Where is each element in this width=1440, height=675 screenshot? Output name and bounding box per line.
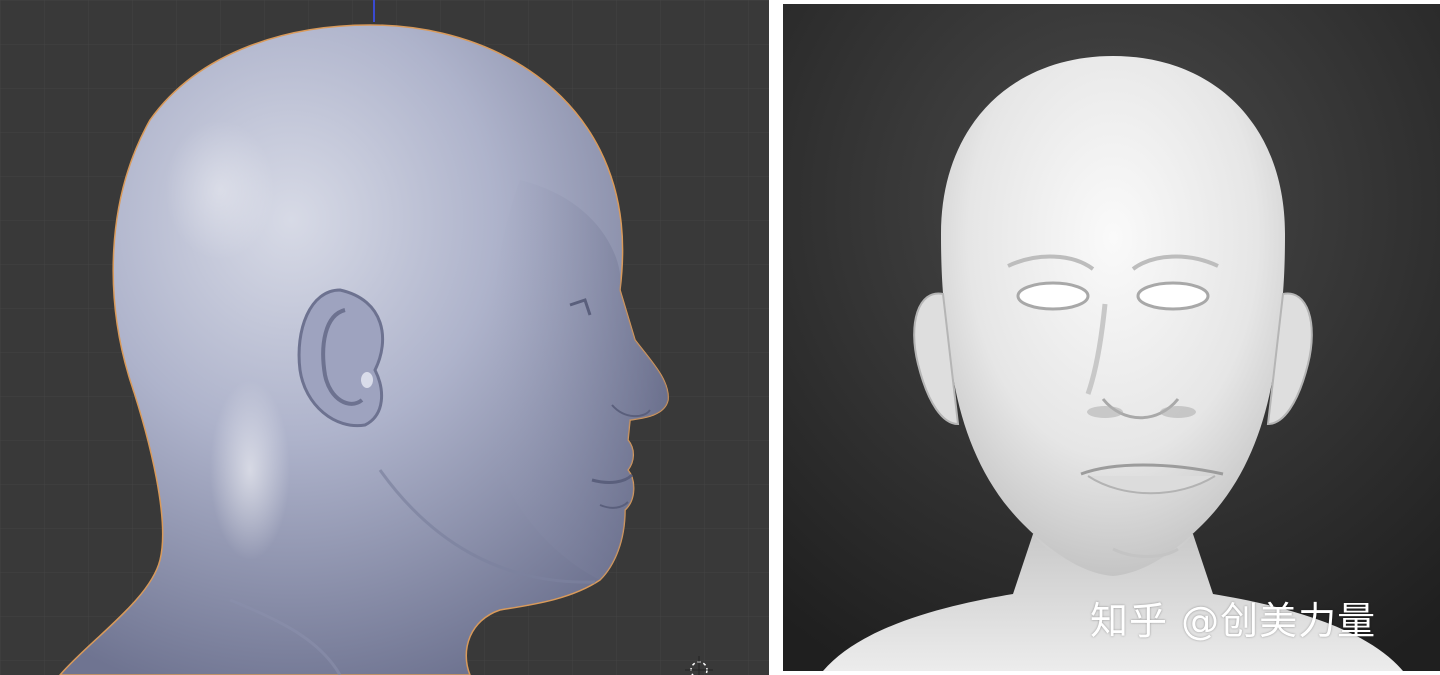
side-profile-viewport bbox=[0, 0, 769, 675]
image-collage: 知乎 @创美力量 bbox=[0, 0, 1440, 675]
front-head-render bbox=[783, 4, 1440, 671]
side-profile-render bbox=[0, 0, 769, 675]
zhihu-watermark: 知乎 @创美力量 bbox=[1090, 599, 1377, 643]
front-view-render bbox=[783, 4, 1440, 671]
